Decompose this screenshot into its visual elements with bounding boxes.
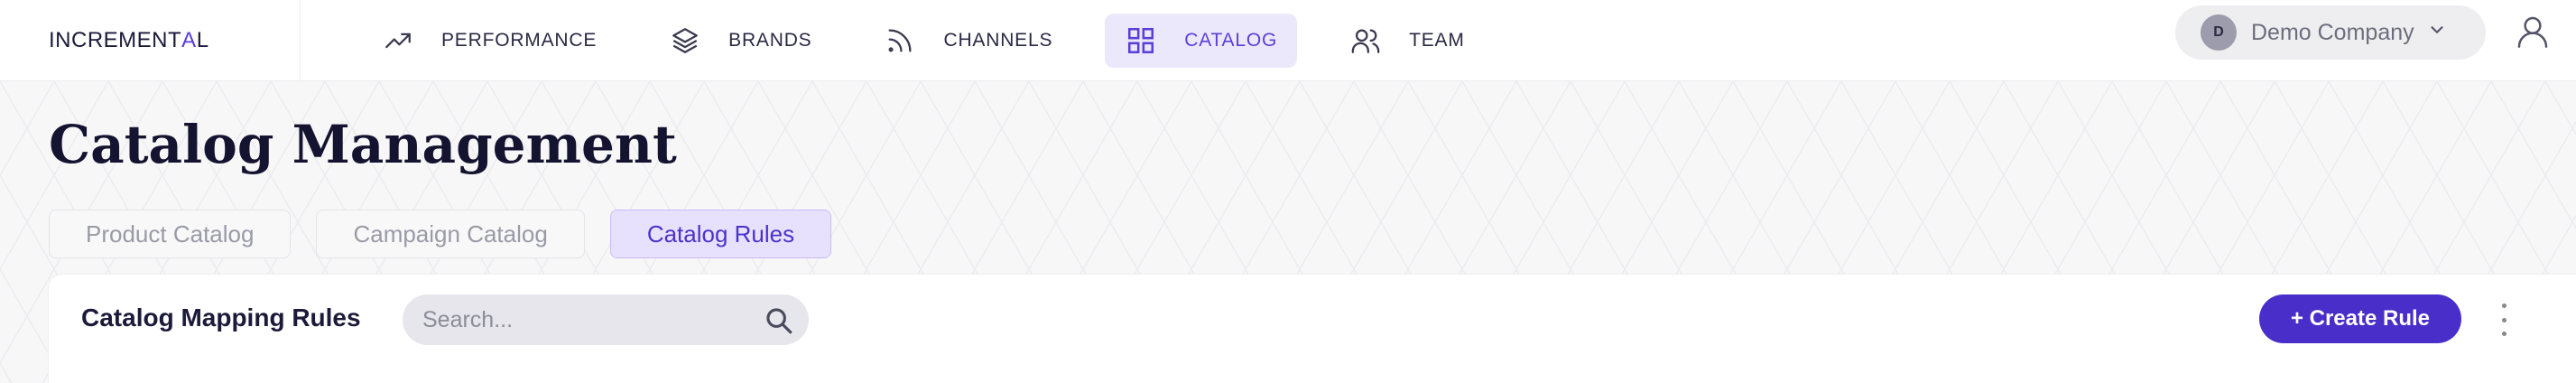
tab-catalog-rules[interactable]: Catalog Rules: [609, 210, 832, 258]
card-title: Catalog Mapping Rules: [81, 304, 361, 332]
tab-campaign-catalog[interactable]: Campaign Catalog: [316, 210, 585, 258]
nav-item-label: CHANNELS: [943, 29, 1053, 51]
company-avatar: D: [2201, 14, 2237, 51]
more-options-icon[interactable]: [2495, 304, 2513, 336]
create-rule-button[interactable]: + Create Rule: [2259, 294, 2461, 343]
top-navigation: INCREMENT A L PERFORMANCE BRANDS CHANNELS …: [0, 0, 2576, 81]
nav-item-team[interactable]: TEAM: [1330, 14, 1485, 68]
logo-text: INCREMENT: [49, 27, 182, 52]
page-title: Catalog Management: [49, 114, 677, 175]
logo[interactable]: INCREMENT A L: [0, 0, 301, 81]
nav-item-label: TEAM: [1409, 29, 1465, 51]
nav-item-channels[interactable]: CHANNELS: [864, 14, 1072, 68]
rss-icon: [884, 24, 916, 57]
search-input[interactable]: [422, 306, 747, 333]
logo-text-end: L: [196, 27, 209, 52]
search-icon[interactable]: [764, 305, 794, 336]
user-icon[interactable]: [2515, 13, 2551, 51]
nav-items: PERFORMANCE BRANDS CHANNELS CATALOG TEAM: [362, 0, 1517, 81]
company-name: Demo Company: [2251, 19, 2414, 45]
search-box: [403, 294, 809, 345]
chevron-down-icon: [2427, 20, 2447, 46]
nav-item-performance[interactable]: PERFORMANCE: [362, 14, 616, 68]
nav-item-catalog[interactable]: CATALOG: [1105, 13, 1298, 68]
company-switcher[interactable]: D Demo Company: [2175, 5, 2486, 60]
catalog-rules-card: Catalog Mapping Rules + Create Rule: [49, 275, 2576, 383]
nav-item-label: PERFORMANCE: [441, 29, 598, 51]
nav-item-label: CATALOG: [1184, 29, 1278, 51]
nav-item-label: BRANDS: [728, 29, 812, 51]
trend-up-icon: [382, 24, 414, 57]
grid-icon: [1125, 24, 1157, 57]
layers-icon: [669, 24, 701, 57]
users-icon: [1349, 24, 1382, 57]
nav-item-brands[interactable]: BRANDS: [649, 14, 831, 68]
catalog-tabs: Product Catalog Campaign Catalog Catalog…: [49, 210, 857, 258]
logo-accent: A: [181, 27, 197, 52]
tab-product-catalog[interactable]: Product Catalog: [49, 210, 292, 258]
